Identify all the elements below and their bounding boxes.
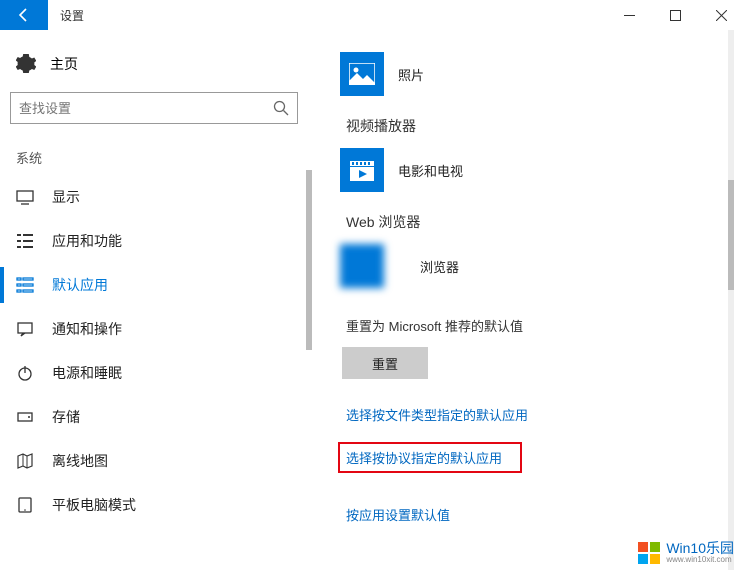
sidebar-item-maps[interactable]: 离线地图	[0, 439, 312, 483]
search-box[interactable]	[10, 92, 298, 124]
default-apps-icon	[16, 276, 34, 294]
window-title: 设置	[48, 7, 84, 24]
photos-app-row[interactable]: 照片	[340, 52, 744, 96]
browser-section-title: Web 浏览器	[346, 212, 744, 232]
link-by-protocol[interactable]: 选择按协议指定的默认应用	[338, 442, 522, 473]
sidebar-item-label: 平板电脑模式	[52, 495, 136, 515]
power-icon	[16, 364, 34, 382]
photos-tile-icon	[340, 52, 384, 96]
sidebar-item-label: 应用和功能	[52, 231, 122, 251]
movies-tile-icon	[340, 148, 384, 192]
watermark: Win10乐园 www.win10xit.com	[638, 541, 734, 564]
minimize-button[interactable]	[606, 0, 652, 30]
sidebar-item-default-apps[interactable]: 默认应用	[0, 263, 312, 307]
tablet-icon	[16, 496, 34, 514]
sidebar-item-label: 通知和操作	[52, 319, 122, 339]
browser-app-row[interactable]: 浏览器	[340, 244, 744, 288]
link-by-app[interactable]: 按应用设置默认值	[346, 505, 744, 524]
gear-icon	[16, 54, 36, 74]
maximize-button[interactable]	[652, 0, 698, 30]
photos-app-label: 照片	[398, 65, 424, 84]
sidebar-item-display[interactable]: 显示	[0, 175, 312, 219]
browser-app-label: 浏览器	[420, 257, 459, 276]
back-button[interactable]	[0, 0, 48, 30]
sidebar-item-tablet[interactable]: 平板电脑模式	[0, 483, 312, 527]
sidebar-item-notifications[interactable]: 通知和操作	[0, 307, 312, 351]
sidebar-item-apps[interactable]: 应用和功能	[0, 219, 312, 263]
reset-description: 重置为 Microsoft 推荐的默认值	[346, 316, 744, 335]
watermark-logo-icon	[638, 542, 660, 564]
home-label: 主页	[50, 54, 78, 74]
watermark-title: Win10乐园	[666, 541, 734, 555]
search-icon	[273, 100, 289, 116]
close-button[interactable]	[698, 0, 744, 30]
watermark-url: www.win10xit.com	[666, 555, 734, 564]
sidebar: 主页 系统 显示 应用和功能 默认应用 通知和操作 电源和睡眠	[0, 30, 312, 570]
storage-icon	[16, 408, 34, 426]
apps-icon	[16, 232, 34, 250]
category-label: 系统	[0, 142, 312, 175]
sidebar-item-label: 显示	[52, 187, 80, 207]
sidebar-item-label: 电源和睡眠	[52, 363, 122, 383]
map-icon	[16, 452, 34, 470]
display-icon	[16, 188, 34, 206]
link-by-filetype[interactable]: 选择按文件类型指定的默认应用	[346, 405, 744, 424]
main-content: 照片 视频播放器 电影和电视 Web 浏览器 浏览器 重置为 Microsoft…	[312, 30, 744, 570]
browser-tile-icon	[340, 244, 384, 288]
video-section-title: 视频播放器	[346, 116, 744, 136]
sidebar-item-label: 默认应用	[52, 275, 108, 295]
main-scrollbar[interactable]	[724, 30, 738, 570]
notifications-icon	[16, 320, 34, 338]
video-app-row[interactable]: 电影和电视	[340, 148, 744, 192]
sidebar-item-power[interactable]: 电源和睡眠	[0, 351, 312, 395]
home-link[interactable]: 主页	[0, 46, 312, 82]
sidebar-item-label: 存储	[52, 407, 80, 427]
search-input[interactable]	[19, 101, 273, 116]
reset-button[interactable]: 重置	[342, 347, 428, 379]
sidebar-item-label: 离线地图	[52, 451, 108, 471]
sidebar-item-storage[interactable]: 存储	[0, 395, 312, 439]
video-app-label: 电影和电视	[398, 161, 463, 180]
